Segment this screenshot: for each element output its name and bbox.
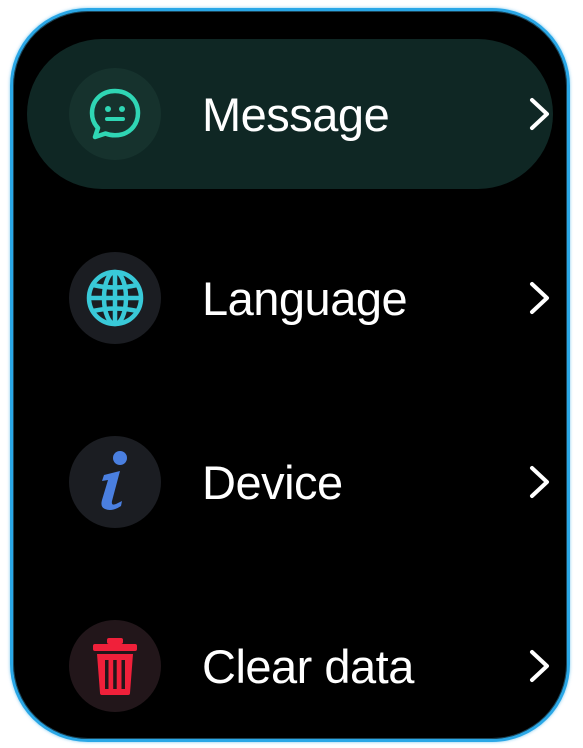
menu-item-message[interactable]: Message	[27, 39, 553, 189]
watch-screen: Message Language Device Clear data	[10, 8, 570, 742]
menu-item-clear-data[interactable]: Clear data	[27, 591, 553, 739]
menu-item-label: Language	[202, 271, 408, 325]
globe-icon	[69, 252, 161, 344]
menu-item-device[interactable]: Device	[27, 407, 553, 557]
menu-item-label: Message	[202, 87, 390, 141]
info-icon	[69, 436, 161, 528]
menu-item-label: Device	[202, 455, 343, 509]
chevron-right-icon	[530, 98, 549, 130]
chevron-right-icon	[530, 282, 549, 314]
chevron-right-icon	[530, 650, 549, 682]
chevron-right-icon	[530, 466, 549, 498]
menu-item-language[interactable]: Language	[27, 223, 553, 373]
menu-item-label: Clear data	[202, 639, 414, 693]
message-icon	[69, 68, 161, 160]
trash-icon	[69, 620, 161, 712]
settings-menu: Message Language Device Clear data	[13, 11, 567, 739]
